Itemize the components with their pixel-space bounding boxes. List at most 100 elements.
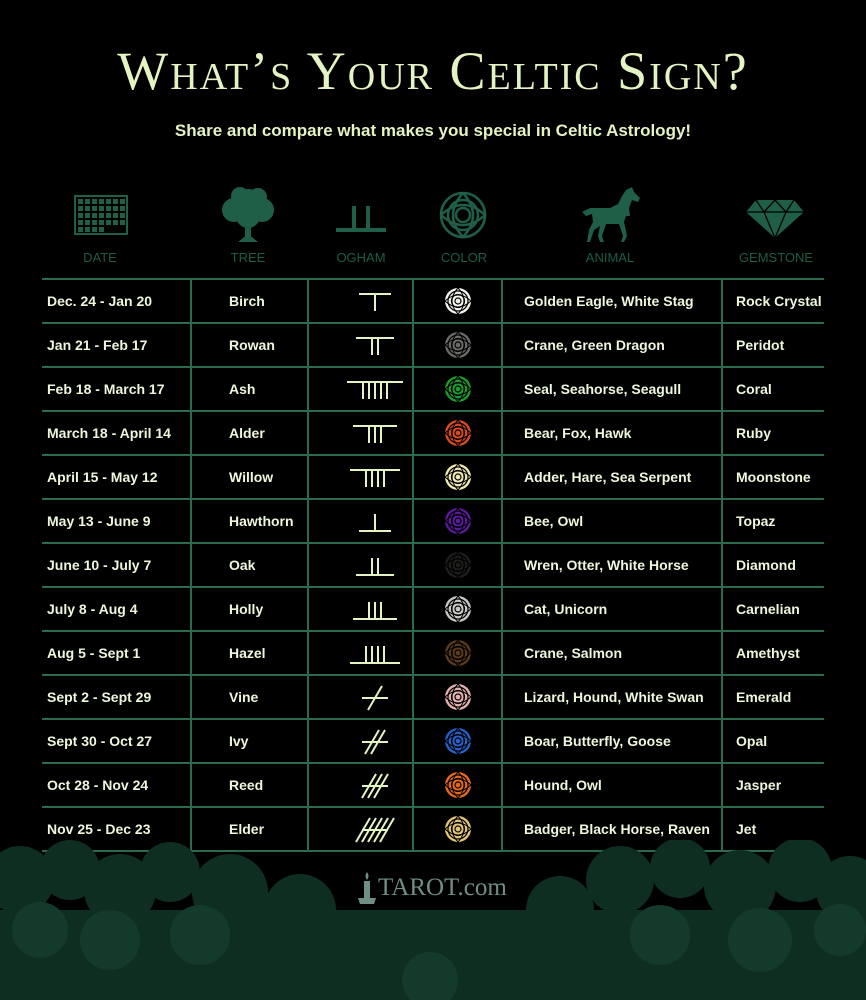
table-row: Sept 30 - Oct 27 Ivy Boar, Butterfly, Goos… xyxy=(42,718,824,762)
ogham-glyph xyxy=(350,469,400,487)
header-color: COLOR xyxy=(440,250,488,265)
column-divider xyxy=(190,324,192,366)
column-divider xyxy=(501,412,503,454)
table-row: Dec. 24 - Jan 20 Birch Golden Eagle, White… xyxy=(42,278,824,322)
column-divider xyxy=(412,500,414,542)
tree-cell: Oak xyxy=(229,557,256,573)
column-divider xyxy=(412,764,414,806)
column-divider xyxy=(501,544,503,586)
column-divider xyxy=(190,632,192,674)
ogham-icon xyxy=(336,206,386,232)
table-row: May 13 - June 9 Hawthorn Bee, Owl Topaz xyxy=(42,498,824,542)
celtic-knot-icon xyxy=(444,507,472,535)
tree-cell: Rowan xyxy=(229,337,275,353)
date-cell: March 18 - April 14 xyxy=(47,425,171,441)
table-row: April 15 - May 12 Willow Adder, Hare, Sea … xyxy=(42,454,824,498)
header-gemstone: GEMSTONE xyxy=(738,250,814,265)
column-divider xyxy=(190,500,192,542)
header-animal: ANIMAL xyxy=(585,250,635,265)
date-cell: June 10 - July 7 xyxy=(47,557,152,573)
column-divider xyxy=(190,676,192,718)
ogham-glyph xyxy=(361,773,389,799)
column-divider xyxy=(190,720,192,762)
celtic-knot-icon xyxy=(439,191,487,239)
column-divider xyxy=(307,280,309,322)
celtic-knot-icon xyxy=(444,375,472,403)
header-tree: TREE xyxy=(230,250,266,265)
date-cell: July 8 - Aug 4 xyxy=(47,601,138,617)
celtic-knot-icon xyxy=(444,595,472,623)
column-divider xyxy=(721,500,723,542)
column-divider xyxy=(307,500,309,542)
ogham-glyph xyxy=(350,646,400,664)
column-divider xyxy=(307,720,309,762)
column-divider xyxy=(721,544,723,586)
celtic-knot-icon xyxy=(444,287,472,315)
tree-cell: Birch xyxy=(229,293,265,309)
tree-cell: Ash xyxy=(229,381,256,397)
column-divider xyxy=(412,324,414,366)
column-divider xyxy=(501,368,503,410)
animal-cell: Seal, Seahorse, Seagull xyxy=(524,381,682,397)
column-divider xyxy=(501,324,503,366)
ogham-glyph xyxy=(356,558,394,576)
table-row: June 10 - July 7 Oak Wren, Otter, White Ho… xyxy=(42,542,824,586)
tree-cell: Willow xyxy=(229,469,274,485)
column-divider xyxy=(412,676,414,718)
column-divider xyxy=(721,324,723,366)
gemstone-cell: Jasper xyxy=(736,777,782,793)
animal-cell: Hound, Owl xyxy=(524,777,602,793)
tree-cell: Hazel xyxy=(229,645,266,661)
gemstone-cell: Carnelian xyxy=(736,601,800,617)
column-divider xyxy=(721,588,723,630)
diamond-icon xyxy=(746,199,804,240)
ogham-glyph xyxy=(359,514,391,532)
gemstone-cell: Ruby xyxy=(736,425,771,441)
gemstone-cell: Moonstone xyxy=(736,469,811,485)
table-row: March 18 - April 14 Alder Bear, Fox, Hawk R… xyxy=(42,410,824,454)
column-divider xyxy=(190,544,192,586)
date-cell: Feb 18 - March 17 xyxy=(47,381,165,397)
ogham-glyph xyxy=(362,729,388,755)
gemstone-cell: Emerald xyxy=(736,689,792,705)
candle-icon xyxy=(358,872,376,904)
tree-cell: Holly xyxy=(229,601,264,617)
column-divider xyxy=(190,456,192,498)
column-divider xyxy=(190,368,192,410)
animal-cell: Bear, Fox, Hawk xyxy=(524,425,632,441)
column-divider xyxy=(721,632,723,674)
animal-cell: Bee, Owl xyxy=(524,513,584,529)
column-divider xyxy=(412,456,414,498)
celtic-knot-icon xyxy=(444,727,472,755)
date-cell: May 13 - June 9 xyxy=(47,513,151,529)
ogham-glyph xyxy=(356,337,394,355)
column-divider xyxy=(412,544,414,586)
column-divider xyxy=(412,720,414,762)
animal-cell: Adder, Hare, Sea Serpent xyxy=(524,469,692,485)
animal-cell: Boar, Butterfly, Goose xyxy=(524,733,671,749)
column-divider xyxy=(412,588,414,630)
column-divider xyxy=(501,280,503,322)
column-divider xyxy=(190,764,192,806)
column-divider xyxy=(501,588,503,630)
date-cell: Sept 2 - Sept 29 xyxy=(47,689,152,705)
gemstone-cell: Topaz xyxy=(736,513,776,529)
column-divider xyxy=(190,588,192,630)
celtic-knot-icon xyxy=(444,419,472,447)
brand-logo[interactable]: TAROT.com xyxy=(356,870,507,906)
gemstone-cell: Peridot xyxy=(736,337,785,353)
column-divider xyxy=(190,280,192,322)
column-divider xyxy=(721,456,723,498)
column-divider xyxy=(721,676,723,718)
gemstone-cell: Diamond xyxy=(736,557,796,573)
celtic-knot-icon xyxy=(444,683,472,711)
column-divider xyxy=(501,500,503,542)
ogham-glyph xyxy=(359,293,391,311)
ogham-glyph xyxy=(347,381,403,399)
column-divider xyxy=(412,280,414,322)
column-divider xyxy=(307,324,309,366)
column-divider xyxy=(307,764,309,806)
table-row: Aug 5 - Sept 1 Hazel Crane, Salmon Amethyst xyxy=(42,630,824,674)
tree-icon xyxy=(222,187,274,242)
subtitle: Share and compare what makes you special… xyxy=(174,121,692,140)
